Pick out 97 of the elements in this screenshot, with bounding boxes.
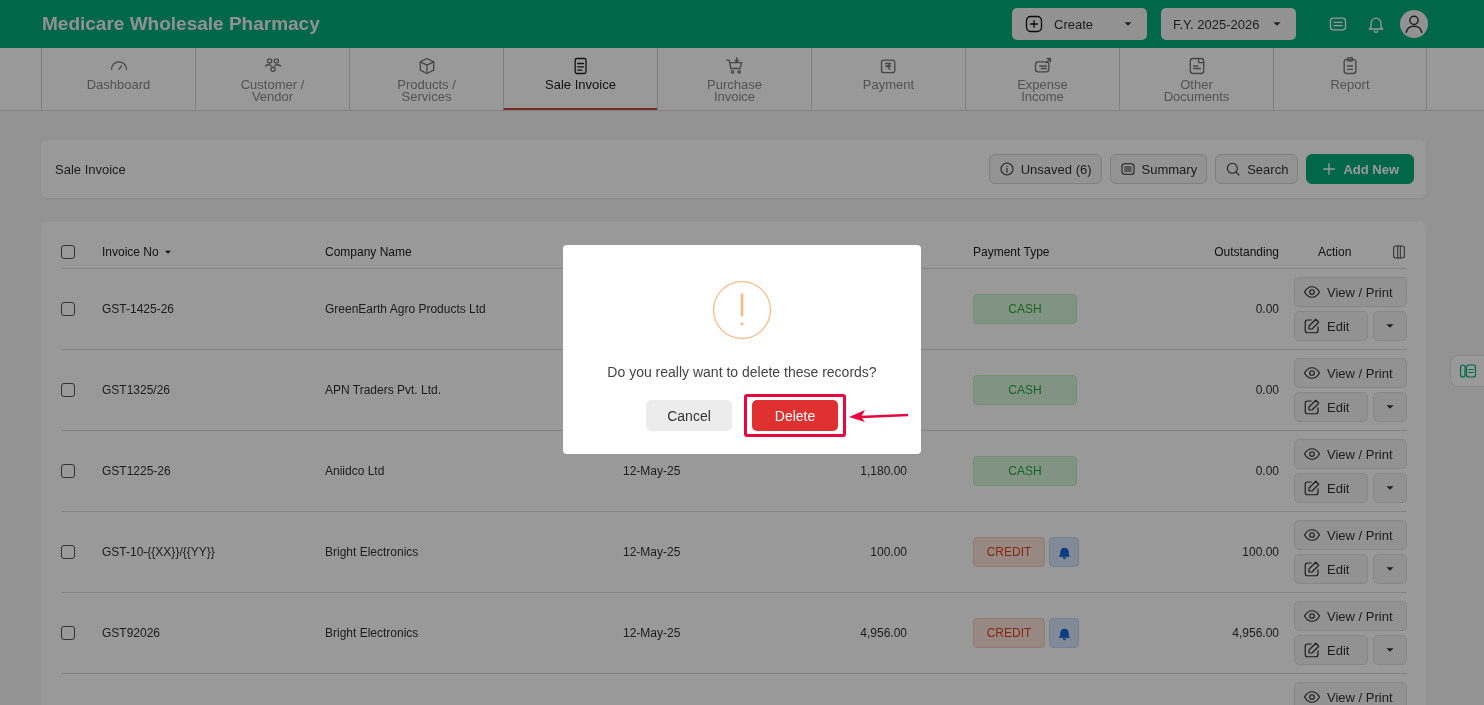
checkbox[interactable] [61,245,75,259]
view-print-button[interactable]: View / Print [1294,601,1407,631]
eye-icon [1303,283,1321,301]
list-icon [1119,161,1136,177]
invoice-date: 12-May-25 [623,626,681,640]
plus-icon [1321,161,1338,177]
outstanding-amount: 0.00 [1255,464,1279,478]
view-print-button[interactable]: View / Print [1294,520,1407,550]
invoice-total: 100.00 [870,545,907,559]
page-title: Sale Invoice [55,161,127,177]
nav-tab[interactable]: Payment [811,48,965,110]
column-header: Company Name [325,245,413,259]
reminder-button[interactable] [1049,537,1079,567]
eye-icon [1303,607,1321,625]
eye-icon [1303,445,1321,463]
create-dropdown[interactable]: Create [1012,8,1147,40]
nav-tab[interactable]: Products / Services [349,48,503,110]
view-print-button[interactable]: View / Print [1294,439,1407,469]
column-header: Invoice No [102,245,325,259]
invoice-total: 4,956.00 [860,626,907,640]
company-name: APN Traders Pvt. Ltd. [325,383,442,397]
eye-icon [1303,526,1321,544]
invoice-date: 12-May-25 [623,545,681,559]
company-name: Aniidco Ltd [325,464,385,478]
edit-button[interactable]: Edit [1294,473,1369,503]
bell-icon [1056,544,1072,560]
outstanding-amount: 100.00 [1242,545,1279,559]
checkbox[interactable] [61,302,75,316]
confirm-message: Do you really want to delete these records? [607,364,877,380]
nav-tab[interactable]: Expense Income [965,48,1119,110]
nav-tab[interactable]: Other Documents [1119,48,1273,110]
pointer-arrow [849,408,909,423]
side-panel-button[interactable] [1450,355,1484,387]
outstanding-amount: 0.00 [1255,302,1279,316]
edit-icon [1303,317,1321,335]
edit-icon [1303,479,1321,497]
delete-button[interactable]: Delete [752,400,838,431]
nav-tab[interactable]: Sale Invoice [503,48,657,110]
company-name: Bright Electronics [325,545,419,559]
fiscal-year-dropdown[interactable]: F.Y. 2025-2026 [1161,8,1296,40]
documents-icon [1458,362,1477,380]
eye-icon [1303,688,1321,705]
invoice-number: GST-10-{{XX}}/{{YY}} [102,545,215,559]
nav-tab[interactable]: Report [1273,48,1427,110]
columns-icon [1391,244,1407,260]
view-print-button[interactable]: View / Print [1294,277,1407,307]
toolbar-button[interactable]: Unsaved (6) [988,154,1102,184]
toolbar-button[interactable]: Summary [1109,154,1208,184]
plus-icon [1024,14,1044,34]
info-icon [998,161,1015,177]
search-icon [1225,161,1242,177]
company-name: Bright Electronics [325,626,419,640]
user-avatar[interactable] [1400,10,1428,38]
payment-badge: CASH [973,294,1077,324]
payment-badge: CASH [973,456,1077,486]
payment-badge: CREDIT [973,537,1045,567]
column-header: Outstanding [1214,245,1279,259]
invoice-number: GST1325/26 [102,383,171,397]
edit-icon [1303,560,1321,578]
nav-tab[interactable]: Purchase Invoice [657,48,811,110]
checkbox[interactable] [61,545,75,559]
toolbar-button[interactable]: Search [1215,154,1299,184]
edit-button[interactable]: Edit [1294,635,1369,665]
view-print-button[interactable]: View / Print [1294,358,1407,388]
columns-button[interactable] [1391,244,1407,260]
bell-icon [1056,625,1072,641]
nav-tab[interactable]: Dashboard [41,48,195,110]
nav-tab[interactable]: Customer / Vendor [195,48,349,110]
cart-icon [724,56,745,76]
user-icon [1403,13,1425,35]
company-name: GreenEarth Agro Products Ltd [325,302,486,316]
column-header: Payment Type [973,245,1051,259]
invoice-date: 12-May-25 [623,464,681,478]
invoice-number: GST1225-26 [102,464,171,478]
invoice-number: GST-1425-26 [102,302,175,316]
checkbox[interactable] [61,464,75,478]
eye-icon [1303,364,1321,382]
checkbox[interactable] [61,626,75,640]
warning-icon [711,279,773,341]
expense-icon [1032,56,1053,76]
payment-badge: CASH [973,375,1077,405]
outstanding-amount: 0.00 [1255,383,1279,397]
edit-icon [1303,398,1321,416]
app-title: Medicare Wholesale Pharmacy [42,13,321,35]
edit-button[interactable]: Edit [1294,311,1369,341]
invoice-number: GST92026 [102,626,161,640]
edit-button[interactable]: Edit [1294,392,1369,422]
reminder-button[interactable] [1049,618,1079,648]
column-header: Action [1318,245,1352,259]
cancel-button[interactable]: Cancel [646,400,732,431]
edit-icon [1303,641,1321,659]
outstanding-amount: 4,956.00 [1232,626,1279,640]
edit-button[interactable]: Edit [1294,554,1369,584]
checkbox[interactable] [61,383,75,397]
payment-badge: CREDIT [973,618,1045,648]
invoice-total: 1,180.00 [860,464,907,478]
view-print-button[interactable]: View / Print [1294,682,1407,705]
